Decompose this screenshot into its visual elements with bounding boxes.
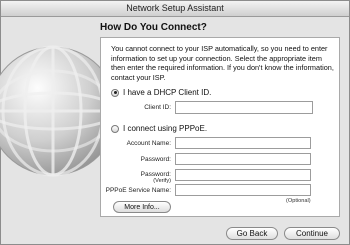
- client-id-label: Client ID:: [144, 104, 171, 111]
- optional-note: (Optional): [286, 198, 311, 204]
- continue-button[interactable]: Continue: [284, 227, 340, 240]
- page-heading: How Do You Connect?: [100, 22, 207, 33]
- password-verify-field[interactable]: [175, 169, 311, 181]
- verify-hint: (Verify): [153, 178, 171, 184]
- pppoe-radio[interactable]: [111, 124, 119, 133]
- password-label: Password:: [140, 156, 171, 163]
- setup-assistant-window: Network Setup Assistant How Do You Conne…: [0, 0, 350, 245]
- client-id-field[interactable]: [175, 101, 313, 114]
- dhcp-option-label: I have a DHCP Client ID.: [123, 88, 212, 97]
- pppoe-service-label: PPPoE Service Name:: [105, 187, 171, 194]
- account-name-field[interactable]: [175, 137, 311, 149]
- password-verify-label-text: Password:: [140, 171, 171, 178]
- password-verify-label: Password: (Verify): [103, 171, 171, 184]
- more-info-button[interactable]: More Info...: [113, 201, 171, 213]
- pppoe-service-field[interactable]: [175, 184, 311, 196]
- account-name-label: Account Name:: [126, 140, 171, 147]
- dhcp-radio[interactable]: [111, 88, 119, 97]
- pppoe-option-label: I connect using PPPoE.: [123, 124, 208, 133]
- dhcp-option[interactable]: I have a DHCP Client ID.: [111, 88, 211, 97]
- go-back-button[interactable]: Go Back: [226, 227, 278, 240]
- pppoe-option[interactable]: I connect using PPPoE.: [111, 124, 207, 133]
- window-title: Network Setup Assistant: [126, 3, 224, 13]
- intro-text: You cannot connect to your ISP automatic…: [111, 44, 334, 83]
- password-field[interactable]: [175, 153, 311, 165]
- title-bar[interactable]: Network Setup Assistant: [1, 1, 349, 17]
- content-panel: You cannot connect to your ISP automatic…: [100, 37, 340, 217]
